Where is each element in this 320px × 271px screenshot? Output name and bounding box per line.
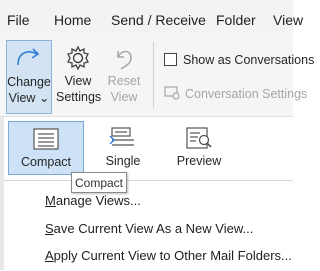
access-key: A xyxy=(45,248,54,263)
access-key: M xyxy=(45,193,56,208)
reset-view-label-1: Reset xyxy=(107,74,141,88)
view-settings-label-2: Settings xyxy=(56,90,102,104)
view-gallery: Compact Single Preview xyxy=(4,117,293,179)
single-view-icon xyxy=(109,127,134,146)
view-compact[interactable]: Compact xyxy=(8,121,84,175)
tooltip: Compact xyxy=(71,172,127,193)
reset-view-icon xyxy=(117,50,132,70)
show-as-conversations-label: Show as Conversations xyxy=(183,53,315,67)
change-view-icon xyxy=(17,48,40,66)
view-single-label: Single xyxy=(105,154,141,168)
view-single[interactable]: Single xyxy=(88,121,158,175)
tab-home[interactable]: Home xyxy=(54,12,91,28)
conversation-settings-icon xyxy=(164,86,180,100)
conversation-settings-button[interactable]: Conversation Settings xyxy=(164,86,307,101)
change-view-menu: Manage Views... Save Current View As a N… xyxy=(4,180,293,271)
ribbon-separator xyxy=(153,42,154,108)
change-view-label-1: Change xyxy=(7,75,51,89)
reset-view-label-2: View xyxy=(110,90,138,104)
tab-folder[interactable]: Folder xyxy=(216,12,256,28)
view-preview[interactable]: Preview xyxy=(164,121,234,175)
view-compact-label: Compact xyxy=(20,155,72,169)
access-key: S xyxy=(45,221,54,236)
ribbon-tab-bar: File Home Send / Receive Folder View xyxy=(0,0,303,32)
tab-send-receive[interactable]: Send / Receive xyxy=(111,12,206,28)
preview-view-icon xyxy=(186,127,212,149)
change-view-button[interactable]: Change View ⌄ xyxy=(6,40,52,114)
menu-item-label: anage Views... xyxy=(55,193,141,208)
reset-view-button[interactable]: Reset View xyxy=(104,42,144,105)
change-view-label-2: View xyxy=(8,91,36,105)
gear-icon xyxy=(67,45,89,71)
checkbox-box[interactable] xyxy=(164,53,177,66)
menu-item-label: ave Current View As a New View... xyxy=(53,221,254,236)
menu-item-save-view[interactable]: Save Current View As a New View... xyxy=(45,221,253,236)
menu-item-manage-views[interactable]: Manage Views... xyxy=(45,193,141,208)
view-preview-label: Preview xyxy=(176,154,222,168)
tab-file[interactable]: File xyxy=(7,12,30,28)
menu-item-apply-view[interactable]: Apply Current View to Other Mail Folders… xyxy=(45,248,292,263)
compact-view-icon xyxy=(33,128,59,150)
view-settings-label-1: View xyxy=(64,74,92,88)
show-as-conversations-checkbox[interactable]: Show as Conversations xyxy=(164,53,314,67)
tab-view[interactable]: View xyxy=(273,12,303,28)
chevron-down-icon: ⌄ xyxy=(38,91,50,105)
view-settings-button[interactable]: View Settings xyxy=(56,42,102,105)
menu-item-label: pply Current View to Other Mail Folders.… xyxy=(53,248,292,263)
conversation-settings-label: Conversation Settings xyxy=(185,87,308,101)
